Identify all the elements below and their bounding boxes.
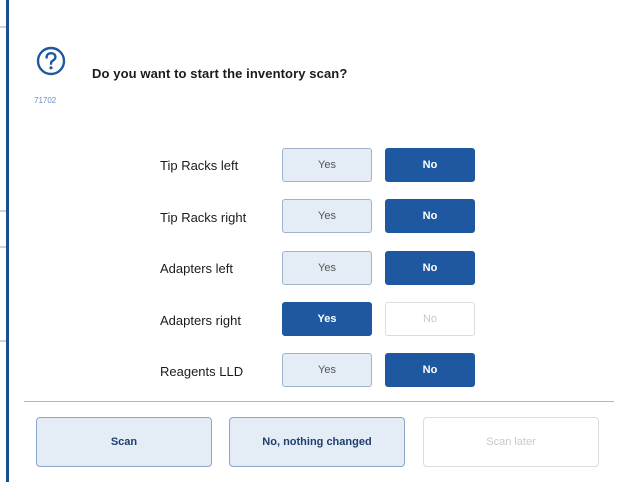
option-label-adapters-left: Adapters left (160, 261, 233, 276)
adapters-right-yes-button[interactable]: Yes (282, 302, 372, 336)
option-label-tip-racks-right: Tip Racks right (160, 210, 247, 225)
option-label-reagents-lld: Reagents LLD (160, 364, 244, 379)
dialog-question: Do you want to start the inventory scan? (92, 66, 348, 81)
window-border (6, 0, 9, 482)
help-circle-icon (36, 46, 66, 76)
tip-racks-left-yes-button[interactable]: Yes (282, 148, 372, 182)
adapters-right-no-button: No (385, 302, 475, 336)
tip-racks-right-yes-button[interactable]: Yes (282, 199, 372, 233)
reagents-lld-no-button[interactable]: No (385, 353, 475, 387)
scan-later-button: Scan later (423, 417, 599, 467)
adapters-left-yes-button[interactable]: Yes (282, 251, 372, 285)
reagents-lld-yes-button[interactable]: Yes (282, 353, 372, 387)
window-left-edge (0, 0, 12, 482)
footer-divider (24, 401, 614, 402)
edge-tick (0, 340, 6, 342)
no-nothing-changed-button[interactable]: No, nothing changed (229, 417, 405, 467)
scan-button[interactable]: Scan (36, 417, 212, 467)
adapters-left-no-button[interactable]: No (385, 251, 475, 285)
option-label-tip-racks-left: Tip Racks left (160, 158, 239, 173)
message-code: 71702 (34, 96, 57, 105)
inventory-scan-dialog: Do you want to start the inventory scan?… (12, 0, 622, 482)
edge-tick (0, 246, 6, 248)
option-label-adapters-right: Adapters right (160, 313, 241, 328)
tip-racks-right-no-button[interactable]: No (385, 199, 475, 233)
edge-tick (0, 210, 6, 212)
edge-tick (0, 26, 6, 28)
tip-racks-left-no-button[interactable]: No (385, 148, 475, 182)
